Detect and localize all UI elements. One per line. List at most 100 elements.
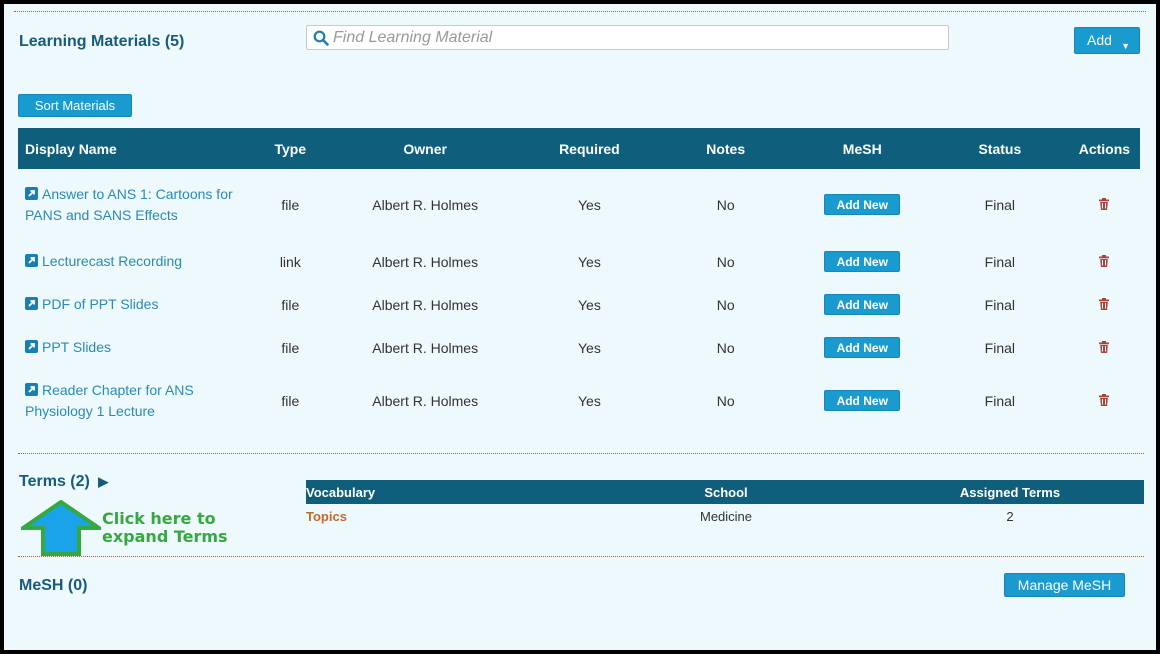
col-notes[interactable]: Notes	[657, 128, 794, 169]
sort-materials-button[interactable]: Sort Materials	[18, 94, 132, 117]
panel: Learning Materials (5) Add ▼ Sort Materi…	[0, 0, 1160, 654]
notes-cell: No	[716, 296, 735, 313]
external-link-icon[interactable]	[25, 297, 38, 310]
actions-cell	[1069, 283, 1140, 326]
status-cell: Final	[984, 339, 1016, 356]
mesh-cell: Add New	[794, 326, 931, 369]
table-row: Reader Chapter for ANS Physiology 1 Lect…	[18, 369, 1140, 432]
table-row: PDF of PPT Slides file Albert R. Holmes …	[18, 283, 1140, 326]
status-cell: Final	[984, 296, 1016, 313]
top-divider	[14, 11, 1146, 12]
notes-cell: No	[716, 339, 735, 356]
col-school: School	[576, 480, 876, 504]
display-name-cell: Reader Chapter for ANS Physiology 1 Lect…	[18, 369, 251, 432]
manage-mesh-button[interactable]: Manage MeSH	[1004, 573, 1125, 597]
status-cell: Final	[984, 253, 1016, 270]
actions-cell	[1069, 369, 1140, 432]
expand-arrow-icon: ▶	[98, 474, 109, 489]
notes-cell: No	[716, 253, 735, 270]
terms-row: Topics Medicine 2	[306, 504, 1144, 528]
add-mesh-button[interactable]: Add New	[824, 251, 901, 272]
display-name-cell: Lecturecast Recording	[18, 240, 251, 283]
col-assigned-terms: Assigned Terms	[876, 480, 1144, 504]
search-box	[306, 25, 949, 50]
col-vocabulary: Vocabulary	[306, 480, 576, 504]
trash-icon[interactable]	[1099, 393, 1110, 406]
add-mesh-button[interactable]: Add New	[824, 194, 901, 215]
search-input[interactable]	[333, 26, 933, 49]
assigned-terms-cell: 2	[1006, 508, 1014, 524]
external-link-icon[interactable]	[25, 254, 38, 267]
notes-cell: No	[716, 392, 735, 409]
owner-cell: Albert R. Holmes	[372, 196, 479, 213]
type-cell: file	[281, 392, 300, 409]
add-mesh-button[interactable]: Add New	[824, 294, 901, 315]
up-arrow-annotation	[21, 500, 101, 556]
actions-cell	[1069, 326, 1140, 369]
type-cell: file	[281, 296, 300, 313]
notes-cell: No	[716, 196, 735, 213]
annotation-line-2: expand Terms	[102, 527, 228, 546]
add-mesh-button[interactable]: Add New	[824, 390, 901, 411]
materials-table: Display Name Type Owner Required Notes M…	[18, 128, 1140, 432]
owner-cell: Albert R. Holmes	[372, 296, 479, 313]
trash-icon[interactable]	[1099, 254, 1110, 267]
col-mesh[interactable]: MeSH	[793, 128, 931, 169]
section-divider	[18, 556, 1144, 557]
annotation-line-1: Click here to	[102, 509, 216, 528]
mesh-cell: Add New	[794, 169, 931, 240]
table-row: Lecturecast Recording link Albert R. Hol…	[18, 240, 1140, 283]
status-cell: Final	[984, 196, 1016, 213]
external-link-icon[interactable]	[25, 382, 38, 396]
required-cell: Yes	[577, 339, 601, 356]
required-cell: Yes	[577, 253, 601, 270]
trash-icon[interactable]	[1099, 340, 1110, 353]
owner-cell: Albert R. Holmes	[372, 392, 479, 409]
mesh-title: MeSH (0)	[19, 577, 88, 594]
mesh-cell: Add New	[794, 240, 931, 283]
material-link[interactable]: Lecturecast Recording	[42, 253, 182, 269]
actions-cell	[1069, 169, 1140, 240]
material-link[interactable]: Answer to ANS 1: Cartoons for PANS and S…	[25, 186, 233, 223]
add-dropdown-button[interactable]: Add ▼	[1074, 27, 1140, 54]
type-cell: link	[279, 253, 301, 270]
display-name-cell: PPT Slides	[18, 326, 251, 369]
col-actions: Actions	[1068, 128, 1140, 169]
school-cell: Medicine	[699, 508, 753, 524]
external-link-icon[interactable]	[25, 340, 38, 353]
material-link[interactable]: Reader Chapter for ANS Physiology 1 Lect…	[25, 382, 194, 419]
add-button-label: Add	[1087, 32, 1112, 48]
learning-materials-title: Learning Materials (5)	[19, 33, 185, 50]
caret-down-icon: ▼	[1121, 41, 1130, 51]
section-divider	[18, 453, 1144, 454]
material-link[interactable]: PDF of PPT Slides	[42, 296, 158, 312]
trash-icon[interactable]	[1099, 297, 1110, 310]
type-cell: file	[281, 196, 300, 213]
add-mesh-button[interactable]: Add New	[824, 337, 901, 358]
type-cell: file	[281, 339, 300, 356]
mesh-cell: Add New	[794, 369, 931, 432]
required-cell: Yes	[577, 392, 601, 409]
display-name-cell: PDF of PPT Slides	[18, 283, 251, 326]
mesh-cell: Add New	[794, 283, 931, 326]
table-row: PPT Slides file Albert R. Holmes Yes No …	[18, 326, 1140, 369]
terms-toggle[interactable]: Terms (2) ▶	[19, 473, 108, 491]
search-icon	[313, 30, 329, 46]
col-owner[interactable]: Owner	[329, 128, 522, 169]
owner-cell: Albert R. Holmes	[372, 339, 479, 356]
col-display-name[interactable]: Display Name	[18, 128, 252, 169]
col-required[interactable]: Required	[521, 128, 658, 169]
col-type[interactable]: Type	[251, 128, 330, 169]
required-cell: Yes	[577, 296, 601, 313]
col-status[interactable]: Status	[930, 128, 1069, 169]
material-link[interactable]: PPT Slides	[42, 339, 111, 355]
status-cell: Final	[984, 392, 1016, 409]
external-link-icon[interactable]	[25, 186, 38, 200]
table-row: Answer to ANS 1: Cartoons for PANS and S…	[18, 169, 1140, 240]
terms-title: Terms (2)	[19, 473, 90, 490]
trash-icon[interactable]	[1099, 197, 1110, 210]
required-cell: Yes	[577, 196, 601, 213]
vocabulary-cell[interactable]: Topics	[306, 504, 576, 528]
terms-table: Vocabulary School Assigned Terms Topics …	[306, 480, 1144, 528]
table-header: Display Name Type Owner Required Notes M…	[18, 128, 1140, 169]
